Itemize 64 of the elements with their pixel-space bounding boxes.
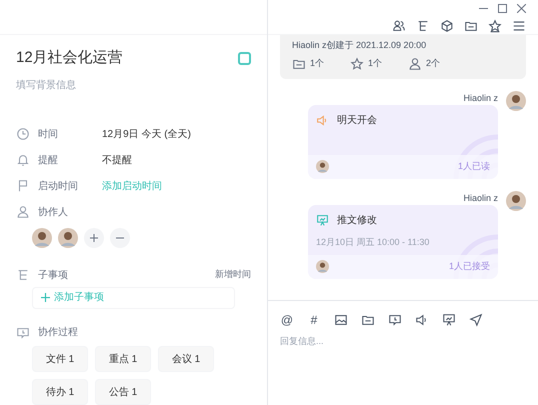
symbol-button[interactable]: # bbox=[307, 313, 321, 327]
category-chip[interactable]: 会议 1 bbox=[158, 346, 214, 372]
chat-icon[interactable] bbox=[388, 313, 402, 327]
presentation-icon bbox=[316, 214, 329, 226]
chat-icon bbox=[16, 326, 30, 340]
cube-icon[interactable] bbox=[440, 19, 454, 33]
sender-name: Hiaolin z bbox=[463, 192, 498, 204]
avatar bbox=[32, 228, 52, 248]
folder-icon bbox=[361, 313, 375, 327]
bell-icon bbox=[16, 153, 30, 167]
star-icon[interactable] bbox=[488, 19, 502, 33]
field-label: 提醒 bbox=[38, 154, 59, 168]
category-chip[interactable]: 公告 1 bbox=[95, 379, 151, 405]
symbol-button[interactable]: @ bbox=[280, 313, 294, 327]
field-label: 启动时间 bbox=[38, 180, 79, 194]
subtask-icon bbox=[16, 268, 30, 282]
creation-info: Hiaolin z创建于 2021.12.09 20:00 bbox=[292, 39, 428, 52]
stat-count: 2个 bbox=[426, 56, 440, 70]
close-icon[interactable] bbox=[517, 4, 526, 13]
menu-icon[interactable] bbox=[512, 19, 526, 33]
stat-count: 1个 bbox=[368, 56, 382, 70]
person-icon bbox=[408, 56, 422, 70]
section-label: 协作过程 bbox=[38, 326, 78, 340]
presentation-icon[interactable] bbox=[442, 313, 456, 327]
folder-icon bbox=[464, 19, 478, 33]
avatar bbox=[506, 190, 526, 210]
field-value: 12月9日 今天 (全天) bbox=[102, 128, 191, 142]
people-icon[interactable] bbox=[392, 19, 406, 33]
description-field[interactable]: 填写背景信息 bbox=[16, 78, 251, 92]
speaker-icon bbox=[316, 114, 329, 126]
send-icon[interactable] bbox=[469, 313, 483, 327]
message-card[interactable]: 推文修改 12月10日 周五 10:00 - 11:30 1人已接受 bbox=[308, 204, 498, 278]
person-icon bbox=[16, 205, 30, 219]
message-title: 推文修改 bbox=[337, 214, 377, 228]
message-title: 明天开会 bbox=[337, 114, 377, 128]
speaker-icon[interactable] bbox=[415, 313, 429, 327]
field-label: 协作人 bbox=[38, 206, 68, 220]
category-chip[interactable]: 文件 1 bbox=[32, 346, 88, 372]
reply-field[interactable]: 回复信息... bbox=[280, 335, 526, 348]
sort-link[interactable]: 新增时间 bbox=[215, 268, 251, 282]
field-value: 不提醒 bbox=[102, 154, 132, 168]
meeting-time: 12月10日 周五 10:00 - 11:30 bbox=[316, 236, 430, 248]
section-label: 子事项 bbox=[38, 268, 68, 282]
category-chip[interactable]: 待办 1 bbox=[32, 379, 88, 405]
field-label: 时间 bbox=[38, 128, 59, 142]
message-card[interactable]: 明天开会 1人已读 bbox=[308, 104, 498, 178]
clock-icon bbox=[16, 127, 30, 141]
flag-icon bbox=[16, 179, 30, 193]
star-icon bbox=[350, 56, 364, 70]
maximize-icon[interactable] bbox=[498, 4, 507, 13]
task-title: 12月社会化运营 bbox=[16, 48, 123, 68]
avatar bbox=[506, 90, 526, 110]
plus-icon bbox=[41, 293, 50, 302]
image-icon[interactable] bbox=[334, 313, 348, 327]
task-checkbox[interactable] bbox=[238, 52, 251, 65]
sender-name: Hiaolin z bbox=[463, 92, 498, 104]
avatar bbox=[58, 228, 78, 248]
tree-icon[interactable] bbox=[416, 19, 430, 33]
add-button[interactable] bbox=[84, 228, 104, 248]
avatar bbox=[316, 160, 329, 173]
avatar bbox=[316, 260, 329, 273]
plus-icon bbox=[90, 234, 98, 242]
stat-count: 1个 bbox=[310, 56, 324, 70]
category-chip[interactable]: 重点 1 bbox=[95, 346, 151, 372]
